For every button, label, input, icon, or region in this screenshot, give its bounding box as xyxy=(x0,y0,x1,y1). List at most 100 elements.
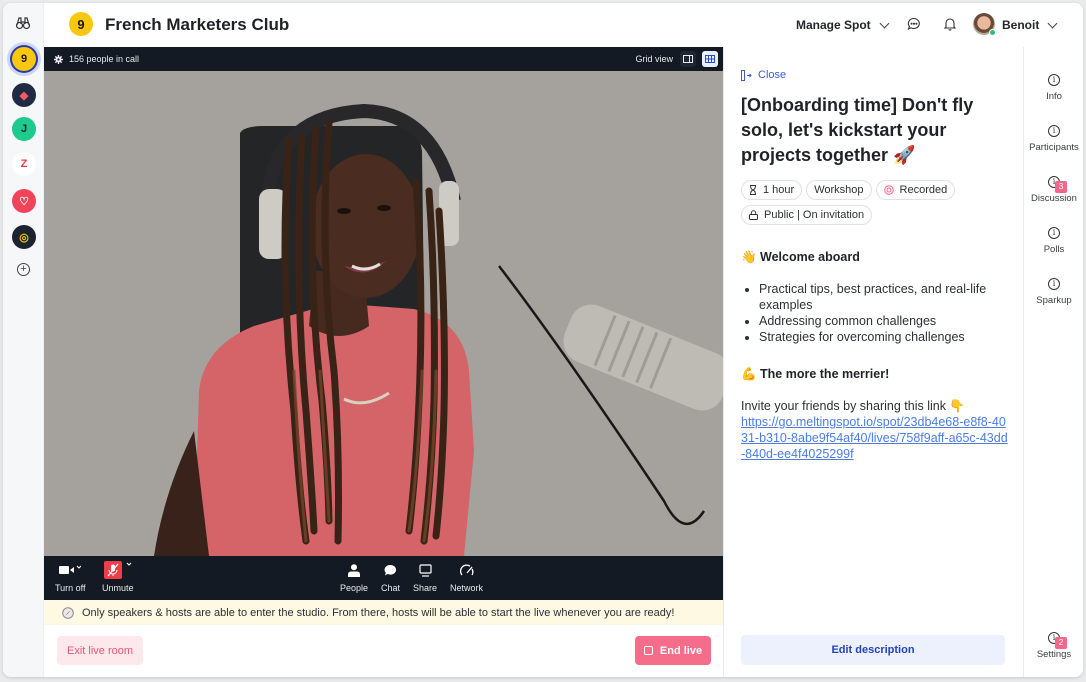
visibility-chip: Public | On invitation xyxy=(741,205,873,225)
online-status-dot xyxy=(989,29,996,36)
tab-label: Polls xyxy=(1043,244,1065,255)
network-label: Network xyxy=(450,583,484,593)
close-label: Close xyxy=(758,69,787,81)
people-button[interactable]: People xyxy=(340,562,368,593)
end-live-label: End live xyxy=(659,644,703,657)
tab-label: Settings xyxy=(1036,649,1072,660)
club-title: French Marketers Club xyxy=(105,15,290,34)
camera-toggle-button[interactable]: Turn off xyxy=(55,562,86,593)
sidebar-layout-icon xyxy=(683,55,693,63)
type-label: Workshop xyxy=(814,184,864,196)
recorded-label: Recorded xyxy=(899,184,948,196)
screen-share-icon xyxy=(418,563,432,577)
live-actions-bar: Exit live room End live xyxy=(44,625,723,677)
info-icon: i xyxy=(1048,227,1060,239)
agenda-item: Strategies for overcoming challenges xyxy=(759,329,1011,345)
tab-settings[interactable]: i2 Settings xyxy=(1024,632,1083,660)
people-label: People xyxy=(340,583,369,593)
duration-chip: 1 hour xyxy=(741,180,803,200)
studio-notice-text: Only speakers & hosts are able to enter … xyxy=(82,606,675,619)
camera-toggle-label: Turn off xyxy=(55,583,86,593)
app-window: 9 ◆ J Z ♡ ◎ + 9 French Marketers Club Ma… xyxy=(3,3,1083,677)
tab-info[interactable]: i Info xyxy=(1024,74,1083,102)
invite-heading: 💪 The more the merrier! xyxy=(741,367,890,381)
tab-label: Participants xyxy=(1029,142,1079,153)
user-avatar[interactable] xyxy=(973,13,996,36)
info-icon: i2 xyxy=(1048,632,1067,649)
close-panel-button[interactable]: Close xyxy=(741,69,786,81)
participants-count: 156 people in call xyxy=(54,54,139,64)
binoculars-icon[interactable] xyxy=(15,15,31,31)
manage-spot-dropdown[interactable]: Manage Spot xyxy=(796,18,890,32)
tab-participants[interactable]: i Participants xyxy=(1024,125,1083,153)
speaker-video xyxy=(44,71,723,556)
spot-5[interactable]: ♡ xyxy=(12,189,36,213)
edit-description-button[interactable]: Edit description xyxy=(741,635,1005,665)
info-icon: i xyxy=(1048,74,1060,86)
end-live-button[interactable]: End live xyxy=(635,636,711,665)
event-title: [Onboarding time] Don't fly solo, let's … xyxy=(741,95,974,165)
user-name: Benoit xyxy=(1002,18,1040,32)
user-menu[interactable]: Benoit xyxy=(1002,18,1058,32)
add-spot-button[interactable]: + xyxy=(17,263,30,276)
top-header: 9 French Marketers Club Manage Spot Beno… xyxy=(44,3,1083,47)
manage-spot-label: Manage Spot xyxy=(796,18,871,32)
hourglass-icon xyxy=(750,185,756,195)
person-icon xyxy=(348,563,361,577)
tab-polls[interactable]: i Polls xyxy=(1024,227,1083,255)
visibility-label: Public | On invitation xyxy=(764,209,865,221)
share-label: Share xyxy=(413,583,438,593)
compass-icon xyxy=(62,606,74,619)
unmute-label: Unmute xyxy=(102,583,134,593)
tab-label: Discussion xyxy=(1031,193,1077,204)
spot-french-marketers-club[interactable]: 9 xyxy=(12,47,36,71)
spot-4[interactable]: Z xyxy=(12,152,36,176)
studio-notice: Only speakers & hosts are able to enter … xyxy=(44,600,723,625)
sidebar-view-button[interactable] xyxy=(680,51,696,67)
tab-label: Info xyxy=(1046,91,1062,102)
info-icon: i xyxy=(1048,125,1060,137)
welcome-heading: 👋 Welcome aboard xyxy=(741,250,860,264)
gear-icon xyxy=(54,54,63,64)
speaker-video-frame xyxy=(44,71,723,556)
chevron-down-icon xyxy=(879,18,890,28)
event-details-panel: Close [Onboarding time] Don't fly solo, … xyxy=(723,47,1023,677)
chat-bubble-icon xyxy=(384,564,397,575)
unmute-button[interactable]: Unmute xyxy=(102,561,134,593)
chat-icon[interactable] xyxy=(907,17,921,31)
spots-rail: 9 ◆ J Z ♡ ◎ + xyxy=(3,3,44,677)
spot-3[interactable]: J xyxy=(12,117,36,141)
record-icon xyxy=(883,185,894,195)
spot-6[interactable]: ◎ xyxy=(12,225,36,249)
side-tabs: i Info i Participants i3 Discussion i Po… xyxy=(1023,47,1083,677)
grid-layout-icon xyxy=(705,55,715,63)
grid-view-button[interactable] xyxy=(702,51,718,67)
tab-discussion[interactable]: i3 Discussion xyxy=(1024,176,1083,204)
share-button[interactable]: Share xyxy=(413,562,437,593)
invite-text: Invite your friends by sharing this link… xyxy=(741,399,965,413)
lock-icon xyxy=(749,210,758,220)
settings-badge: 2 xyxy=(1055,637,1067,649)
chat-label: Chat xyxy=(381,583,401,593)
agenda-item: Addressing common challenges xyxy=(759,313,1011,329)
tab-sparkup[interactable]: i Sparkup xyxy=(1024,278,1083,306)
agenda-list: Practical tips, best practices, and real… xyxy=(741,281,1011,345)
tab-label: Sparkup xyxy=(1036,295,1072,306)
gauge-icon xyxy=(459,563,473,575)
bell-icon[interactable] xyxy=(943,17,957,31)
spot-2[interactable]: ◆ xyxy=(12,83,36,107)
chat-button[interactable]: Chat xyxy=(381,562,400,593)
club-logo: 9 xyxy=(69,12,93,36)
video-panel: 156 people in call Grid view Turn off Un… xyxy=(44,47,723,600)
agenda-item: Practical tips, best practices, and real… xyxy=(759,281,1011,313)
discussion-badge: 3 xyxy=(1055,181,1067,193)
info-icon: i3 xyxy=(1048,176,1067,193)
stop-icon xyxy=(643,646,653,655)
type-chip: Workshop xyxy=(806,180,872,200)
exit-live-room-button[interactable]: Exit live room xyxy=(57,636,143,665)
info-icon: i xyxy=(1048,278,1060,290)
camera-icon xyxy=(59,565,82,574)
duration-label: 1 hour xyxy=(763,184,795,196)
invite-link[interactable]: https://go.meltingspot.io/spot/23db4e68-… xyxy=(741,415,1008,461)
network-button[interactable]: Network xyxy=(450,562,483,593)
